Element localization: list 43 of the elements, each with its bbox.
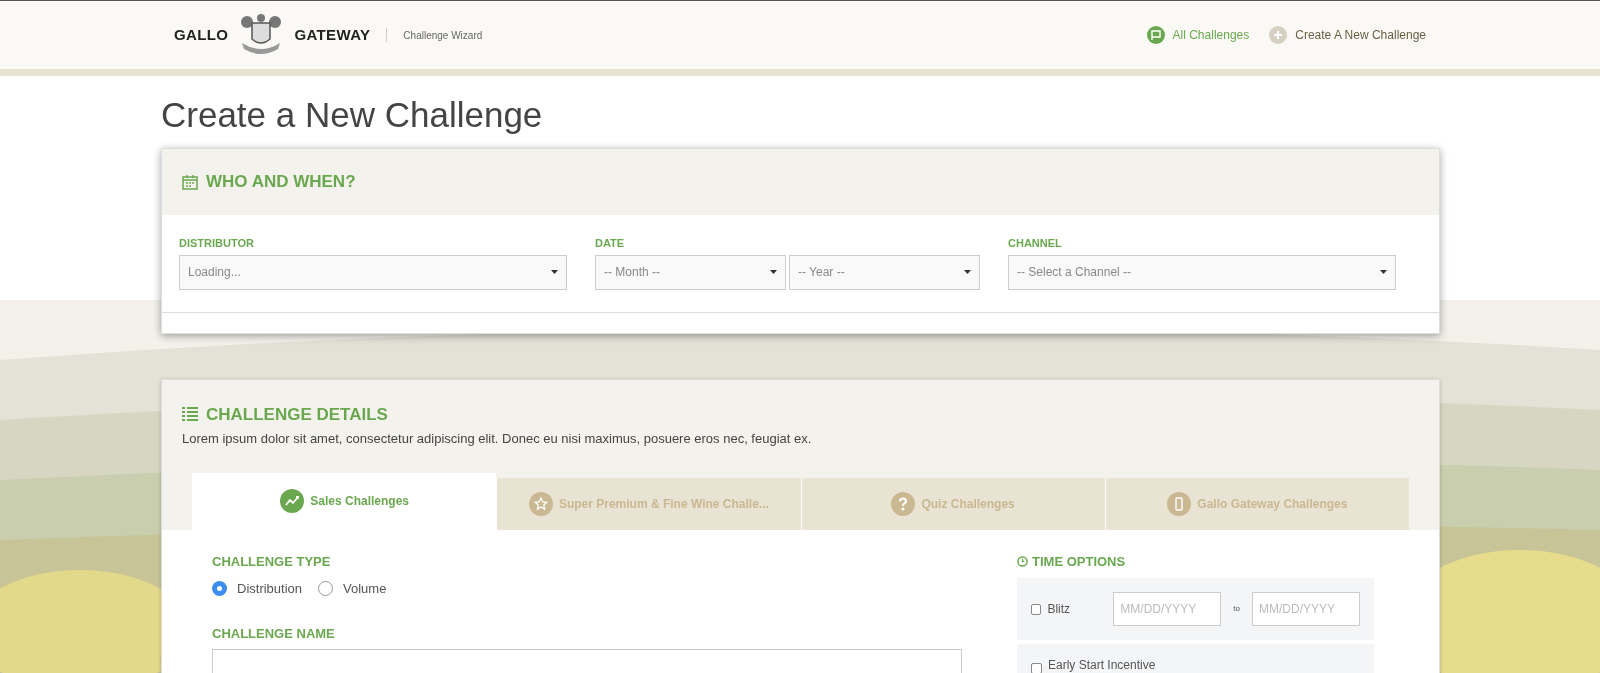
checkbox[interactable] bbox=[1031, 663, 1042, 673]
nav-link[interactable]: All Challenges bbox=[1146, 26, 1250, 44]
select-field[interactable]: -- Select a Channel -- bbox=[1008, 254, 1396, 290]
flag-icon bbox=[1146, 26, 1165, 44]
field-label: DATE bbox=[595, 236, 626, 251]
caret-icon bbox=[551, 270, 558, 274]
caret-icon bbox=[770, 270, 777, 274]
list-icon bbox=[182, 407, 198, 422]
field-label: DISTRIBUTOR bbox=[179, 236, 255, 251]
radio-button[interactable] bbox=[318, 581, 334, 597]
tab[interactable]: Sales Challenges bbox=[192, 472, 497, 530]
caret-icon bbox=[964, 270, 971, 274]
field-label: CHALLENGE NAME bbox=[212, 624, 336, 643]
calendar-icon bbox=[182, 174, 198, 190]
subtitle: Challenge Wizard bbox=[403, 28, 483, 43]
checkbox-label: Blitz bbox=[1047, 601, 1072, 618]
select-field[interactable]: -- Year -- bbox=[789, 254, 980, 290]
checkbox[interactable] bbox=[1031, 603, 1042, 615]
radio-label: Distribution bbox=[237, 580, 303, 598]
plus-icon bbox=[1269, 26, 1288, 44]
section-title: WHO AND WHEN? bbox=[206, 171, 356, 194]
field-label: CHALLENGE TYPE bbox=[212, 552, 332, 571]
date-field[interactable]: MM/DD/YYYY bbox=[1252, 592, 1360, 626]
nav-link[interactable]: Create A New Challenge bbox=[1269, 26, 1426, 44]
checkbox-label: Early Start Incentive bbox=[1048, 657, 1156, 673]
section-title: TIME OPTIONS bbox=[1032, 552, 1126, 571]
clock-icon bbox=[1017, 555, 1028, 567]
caret-icon bbox=[1380, 270, 1387, 274]
radio-button[interactable] bbox=[212, 581, 227, 597]
section-description: Lorem ipsum dolor sit amet, consectetur adipiscing elit. Donec eu nisi maximus, posuere eros nec, feugiat ex. bbox=[182, 430, 813, 448]
field-label: CHANNEL bbox=[1008, 236, 1063, 251]
radio-label: Volume bbox=[343, 580, 387, 598]
range-separator: to bbox=[1233, 603, 1240, 615]
phone-icon bbox=[1167, 491, 1192, 516]
chart-icon bbox=[280, 489, 305, 513]
brand-name: GALLO bbox=[174, 24, 229, 45]
select-field[interactable]: Loading... bbox=[179, 254, 567, 290]
page-title: Create a New Challenge bbox=[161, 94, 544, 136]
section-title: CHALLENGE DETAILS bbox=[206, 403, 388, 426]
date-field[interactable]: MM/DD/YYYY bbox=[1113, 592, 1222, 626]
question-icon bbox=[891, 491, 916, 516]
brand-name: GATEWAY bbox=[294, 24, 371, 45]
select-field[interactable]: -- Month -- bbox=[595, 254, 786, 290]
